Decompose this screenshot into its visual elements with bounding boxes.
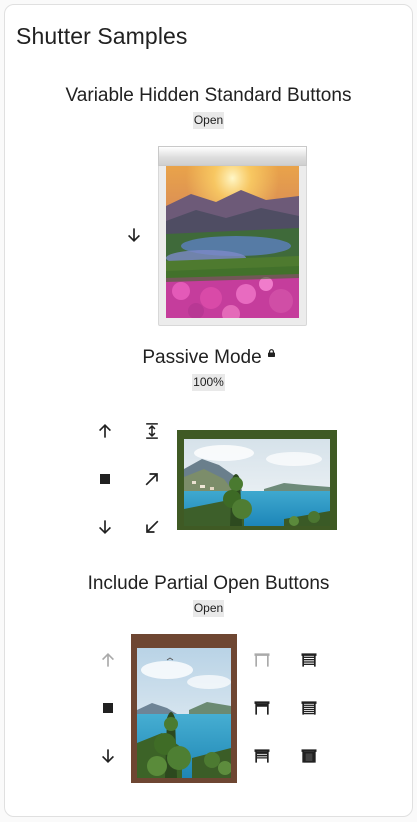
stop-icon [100, 474, 110, 484]
open-full-button[interactable] [139, 418, 165, 444]
shutter-partial-75-icon [301, 653, 317, 667]
close-0-button[interactable] [296, 743, 322, 769]
open-50-button[interactable] [249, 743, 275, 769]
open-75-button[interactable] [249, 695, 275, 721]
stop-icon [103, 703, 113, 713]
section-title-variable-hidden: Variable Hidden Standard Buttons [65, 85, 352, 106]
open-100-button[interactable] [249, 647, 275, 673]
open-25-button[interactable] [296, 647, 322, 673]
close-down-button[interactable] [95, 743, 121, 769]
stop-button[interactable] [92, 466, 118, 492]
shutter-view-coastal-bay[interactable] [184, 439, 330, 526]
shutter-view-mountain-meadow[interactable] [166, 166, 299, 318]
arrow-up-right-icon [145, 473, 158, 486]
arrow-down-icon [101, 749, 115, 764]
stop-button[interactable] [95, 695, 121, 721]
shutter-rail [158, 146, 307, 166]
shutter-state-badge: Open [192, 112, 225, 129]
shutter-partial-25-icon [254, 701, 270, 715]
shutter-position-badge: 100% [192, 374, 225, 391]
shutter-state-badge: Open [192, 600, 225, 617]
shutter-closed-icon [301, 749, 317, 763]
open-up-button[interactable] [95, 647, 121, 673]
open-10-button[interactable] [296, 695, 322, 721]
shutter-partial-90-icon [301, 701, 317, 715]
open-up-button[interactable] [92, 418, 118, 444]
arrow-down-icon [98, 520, 112, 535]
arrow-up-icon [101, 652, 115, 667]
open-full-icon [146, 423, 158, 439]
shutter-view-seaside-cliff[interactable] [137, 648, 231, 778]
close-down-button[interactable] [121, 222, 147, 248]
close-down-button[interactable] [92, 514, 118, 540]
shutter-partial-50-icon [254, 749, 270, 763]
tilt-open-button[interactable] [139, 466, 165, 492]
arrow-down-left-icon [146, 520, 159, 533]
tilt-close-button[interactable] [139, 514, 165, 540]
arrow-up-icon [98, 423, 112, 438]
arrow-down-icon [127, 228, 141, 243]
section-title-text: Passive Mode [142, 347, 262, 368]
section-title-passive-mode: Passive Mode [0, 347, 417, 369]
lock-icon [267, 349, 275, 357]
section-title-partial-open: Include Partial Open Buttons [87, 573, 330, 594]
card-title: Shutter Samples [16, 23, 188, 49]
shutter-open-icon [254, 653, 270, 667]
